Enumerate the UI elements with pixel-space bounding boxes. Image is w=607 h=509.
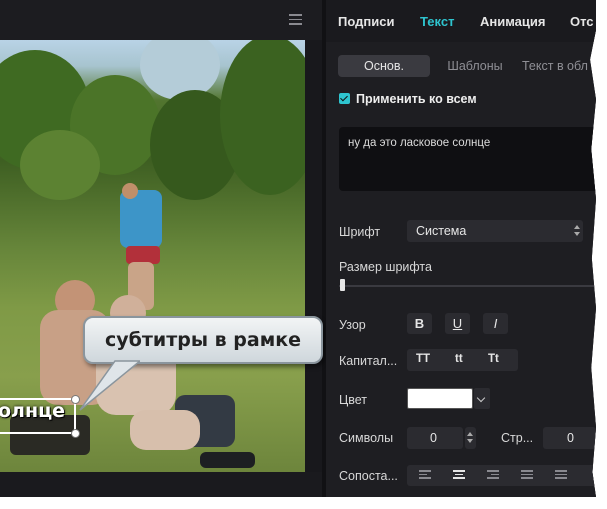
lines-value: 0: [567, 431, 574, 445]
capitalization-group: TT tt Tt: [407, 349, 518, 371]
uppercase-button[interactable]: TT: [416, 353, 430, 365]
menu-icon[interactable]: [289, 14, 302, 25]
font-size-slider-thumb[interactable]: [340, 279, 345, 291]
font-value: Система: [416, 224, 467, 238]
text-properties-panel: Подписи Текст Анимация Отс Основ. Шаблон…: [326, 0, 596, 497]
preview-toolbar: [0, 0, 322, 40]
tab-bar: Подписи Текст Анимация Отс: [326, 0, 596, 42]
style-label: Узор: [339, 318, 366, 332]
symbols-input[interactable]: 0: [407, 427, 463, 449]
symbols-label: Символы: [339, 431, 394, 445]
tab-tracking[interactable]: Отс: [570, 14, 594, 29]
subtitle-text[interactable]: олнце: [0, 400, 65, 422]
chevron-down-icon[interactable]: [474, 388, 490, 409]
color-label: Цвет: [339, 393, 368, 407]
font-size-label: Размер шрифта: [339, 260, 432, 274]
font-size-slider[interactable]: [339, 285, 596, 287]
titlecase-button[interactable]: Tt: [488, 353, 499, 365]
resize-handle[interactable]: [71, 395, 80, 404]
font-select[interactable]: Система: [407, 220, 582, 242]
callout-pointer: [79, 360, 140, 411]
lines-input[interactable]: 0: [543, 427, 596, 449]
segment-bubble-text[interactable]: Текст в обл: [522, 55, 596, 77]
align-left-icon[interactable]: [419, 470, 431, 481]
tab-captions[interactable]: Подписи: [338, 14, 394, 29]
apply-all-label: Применить ко всем: [356, 92, 477, 106]
lines-label: Стр...: [501, 431, 534, 445]
tab-text[interactable]: Текст: [420, 14, 454, 29]
italic-button[interactable]: I: [483, 313, 508, 334]
vertical-align-center-icon[interactable]: [555, 470, 567, 481]
preview-bottom-bar: [0, 472, 322, 497]
underline-button[interactable]: U: [445, 313, 470, 334]
capitalization-label: Капитал...: [339, 354, 398, 368]
video-preview-panel: субтитры в рамке олнце: [0, 0, 323, 497]
align-right-icon[interactable]: [487, 470, 499, 481]
alignment-group: [407, 465, 596, 486]
segment-templates[interactable]: Шаблоны: [438, 55, 512, 77]
lowercase-button[interactable]: tt: [455, 353, 463, 365]
align-center-icon[interactable]: [453, 470, 465, 481]
app-window: субтитры в рамке олнце Подписи Текст Ани…: [0, 0, 596, 497]
segment-basic[interactable]: Основ.: [338, 55, 430, 77]
tab-animation[interactable]: Анимация: [480, 14, 545, 29]
subtitle-text-input[interactable]: ну да это ласковое солнце: [339, 127, 596, 191]
apply-all-checkbox[interactable]: [339, 93, 350, 104]
style-segment-control: Основ. Шаблоны Текст в обл: [338, 55, 596, 79]
bold-button[interactable]: B: [407, 313, 432, 334]
font-label: Шрифт: [339, 225, 381, 239]
font-stepper[interactable]: [572, 220, 583, 242]
vertical-align-top-icon[interactable]: [521, 470, 533, 481]
subtitle-text-value: ну да это ласковое солнце: [348, 137, 491, 149]
resize-handle[interactable]: [71, 429, 80, 438]
alignment-label: Сопоста...: [339, 469, 398, 483]
color-swatch[interactable]: [407, 388, 473, 409]
symbols-value: 0: [430, 431, 437, 445]
symbols-stepper[interactable]: [465, 427, 476, 449]
